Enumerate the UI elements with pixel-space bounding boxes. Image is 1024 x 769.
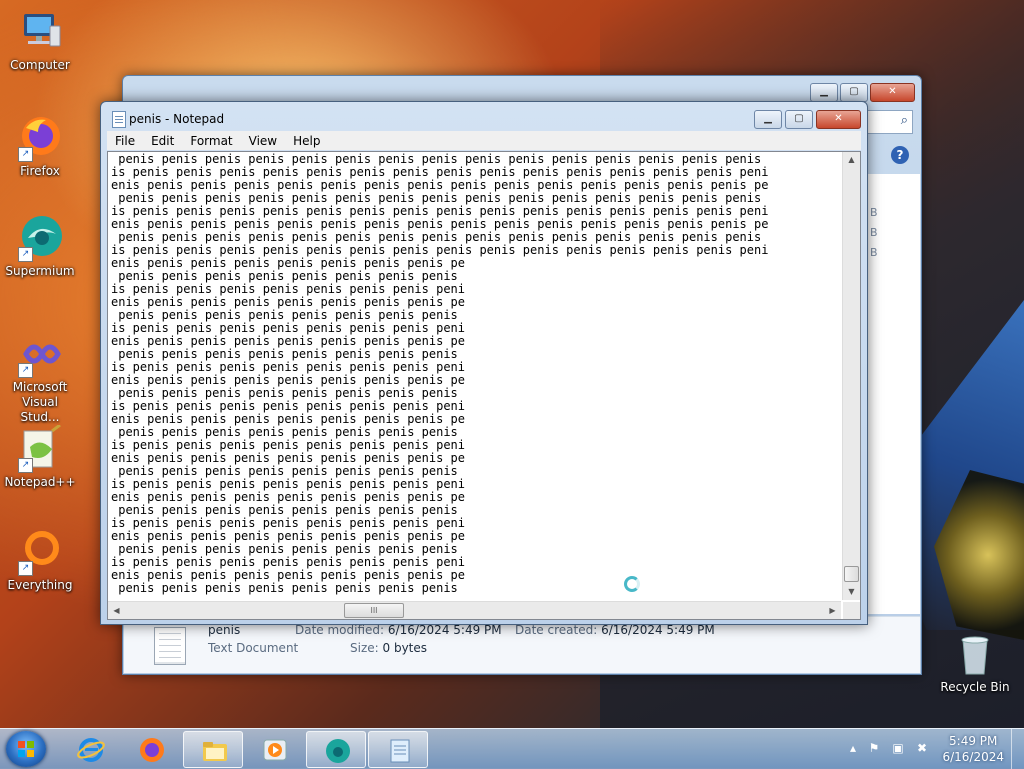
size-column-fragment: B (870, 246, 878, 259)
shortcut-arrow-icon: ↗ (18, 147, 33, 162)
clock[interactable]: 5:49 PM 6/16/2024 (942, 733, 1004, 765)
notepad-window-controls: ▁ ▢ ✕ (754, 110, 861, 129)
taskbar-supermium[interactable] (306, 731, 366, 768)
visual-studio-icon: ↗ (16, 330, 64, 378)
firefox-icon: ↗ (16, 114, 64, 162)
minimize-button[interactable]: ▁ (810, 83, 838, 102)
shortcut-arrow-icon: ↗ (18, 561, 33, 576)
size-column-fragment: B (870, 206, 878, 219)
desktop-icon-computer[interactable]: Computer (2, 8, 78, 73)
desktop-icon-notepad-plus-plus[interactable]: ↗ Notepad++ (2, 423, 78, 490)
help-icon[interactable]: ? (891, 146, 909, 164)
action-center-flag-icon[interactable]: ⚑ (866, 741, 882, 755)
media-player-icon (261, 736, 287, 762)
search-input[interactable]: ⌕ (867, 110, 913, 134)
text-editor[interactable]: penis penis penis penis penis penis peni… (107, 151, 861, 620)
text-content[interactable]: penis penis penis penis penis penis peni… (111, 153, 839, 599)
supermium-icon: ↗ (16, 214, 64, 262)
details-date-modified: Date modified: 6/16/2024 5:49 PM (295, 623, 502, 637)
text-line: penis penis penis penis penis penis peni… (111, 581, 458, 595)
clock-time: 5:49 PM (949, 734, 998, 748)
taskbar: ▴ ⚑ ▣ ✖ 5:49 PM 6/16/2024 (0, 728, 1024, 769)
desktop-icon-label: Notepad++ (4, 475, 76, 489)
shortcut-arrow-icon: ↗ (18, 247, 33, 262)
notepad-icon (112, 111, 126, 128)
taskbar-firefox[interactable] (121, 731, 179, 766)
horizontal-scrollbar[interactable]: ◀ III ▶ (108, 601, 841, 619)
desktop-icon-label: Recycle Bin (940, 680, 1010, 694)
show-desktop-button[interactable] (1011, 729, 1024, 769)
menu-file[interactable]: File (107, 134, 143, 148)
shortcut-arrow-icon: ↗ (18, 458, 33, 473)
computer-icon (16, 8, 64, 56)
desktop-icon-everything[interactable]: ↗ Everything (2, 528, 78, 593)
taskbar-notepad[interactable] (368, 731, 428, 768)
menu-format[interactable]: Format (182, 134, 240, 148)
scroll-left-icon[interactable]: ◀ (108, 602, 125, 619)
details-date-created: Date created: 6/16/2024 5:49 PM (515, 623, 715, 637)
taskbar-internet-explorer[interactable] (60, 731, 118, 766)
everything-icon: ↗ (16, 528, 64, 576)
desktop-icon-supermium[interactable]: ↗ Supermium (2, 214, 78, 279)
start-button[interactable] (6, 731, 46, 767)
minimize-button[interactable]: ▁ (754, 110, 782, 129)
firefox-icon (138, 736, 164, 762)
menu-help[interactable]: Help (285, 134, 328, 148)
internet-explorer-icon (77, 736, 105, 762)
menu-edit[interactable]: Edit (143, 134, 182, 148)
details-file-name: penis (208, 623, 241, 637)
vertical-scrollbar[interactable]: ▲ ▼ (842, 152, 860, 600)
menu-bar: File Edit Format View Help (107, 131, 861, 150)
desktop-icon-label: Firefox (20, 164, 60, 178)
horizontal-scroll-thumb[interactable]: III (344, 603, 404, 618)
desktop-icon-visual-studio[interactable]: ↗ Microsoft Visual Stud... (2, 330, 78, 425)
text-document-icon (154, 627, 186, 665)
supermium-icon (324, 737, 350, 763)
size-column-fragment: B (870, 226, 878, 239)
scroll-down-icon[interactable]: ▼ (843, 584, 860, 600)
desktop-icon-firefox[interactable]: ↗ Firefox (2, 114, 78, 179)
vertical-scroll-thumb[interactable] (844, 566, 859, 582)
maximize-button[interactable]: ▢ (785, 110, 813, 129)
scroll-up-icon[interactable]: ▲ (843, 152, 860, 168)
taskbar-media-player[interactable] (244, 731, 302, 766)
shortcut-arrow-icon: ↗ (18, 363, 33, 378)
explorer-file-list[interactable]: B B B (868, 174, 920, 614)
scroll-right-icon[interactable]: ▶ (824, 602, 841, 619)
taskbar-file-explorer[interactable] (183, 731, 243, 768)
maximize-button[interactable]: ▢ (840, 83, 868, 102)
scrollbar-corner (843, 602, 860, 619)
desktop-icon-label: Everything (7, 578, 73, 592)
folder-icon (201, 737, 227, 763)
desktop-icon-recycle-bin[interactable]: Recycle Bin (937, 630, 1013, 695)
windows-logo-icon (18, 741, 34, 757)
menu-view[interactable]: View (241, 134, 285, 148)
busy-cursor-icon (624, 576, 640, 592)
desktop-icon-label: Microsoft Visual Stud... (12, 380, 68, 424)
close-button[interactable]: ✕ (870, 83, 915, 102)
desktop-icon-label: Supermium (5, 264, 75, 278)
show-hidden-icons-icon[interactable]: ▴ (845, 741, 861, 755)
clock-date: 6/16/2024 (942, 750, 1004, 764)
notepad-plus-plus-icon: ↗ (16, 423, 64, 473)
search-icon: ⌕ (900, 113, 908, 128)
volume-muted-icon[interactable]: ✖ (914, 741, 930, 755)
close-button[interactable]: ✕ (816, 110, 861, 129)
recycle-bin-icon (951, 630, 999, 678)
details-size: Size: 0 bytes (350, 641, 428, 655)
network-icon[interactable]: ▣ (890, 741, 906, 755)
notepad-window[interactable]: penis - Notepad ▁ ▢ ✕ File Edit Format V… (100, 101, 868, 625)
explorer-window-controls: ▁ ▢ ✕ (810, 83, 915, 102)
desktop-icon-label: Computer (10, 58, 70, 72)
details-file-type: Text Document (208, 641, 299, 655)
notepad-icon (386, 737, 412, 763)
window-title: penis - Notepad (129, 112, 225, 126)
